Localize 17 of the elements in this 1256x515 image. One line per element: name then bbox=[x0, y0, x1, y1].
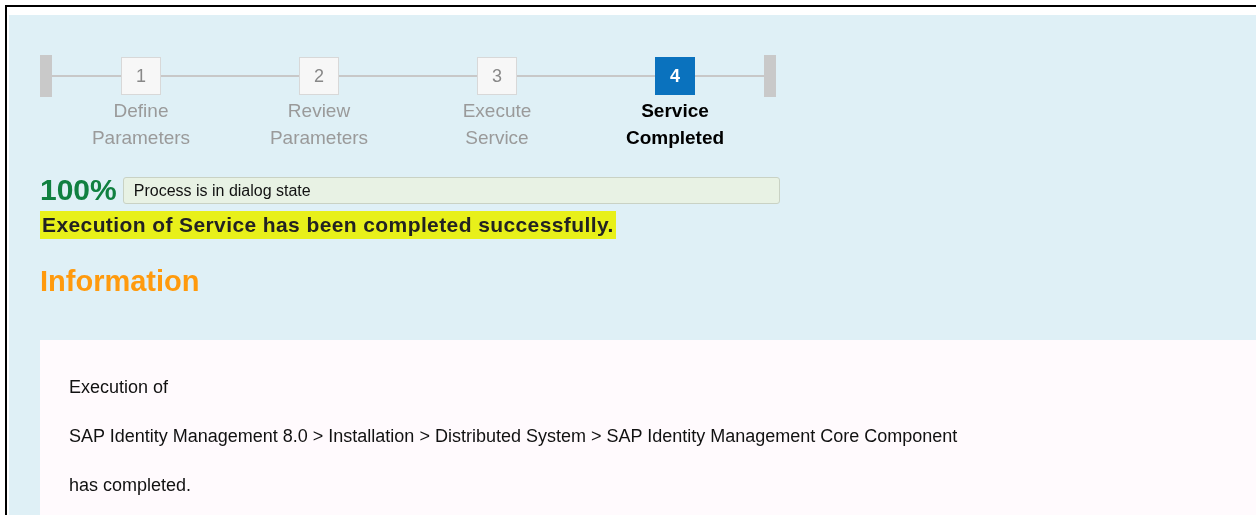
stepper-end-cap bbox=[764, 55, 776, 97]
step-number[interactable]: 4 bbox=[655, 57, 695, 95]
step-number[interactable]: 3 bbox=[477, 57, 517, 95]
step-label: Execute Service bbox=[461, 99, 533, 150]
status-field: Process is in dialog state bbox=[122, 176, 780, 204]
success-message: Execution of Service has been completed successfully. bbox=[40, 211, 616, 239]
info-text: has completed. bbox=[69, 474, 193, 496]
step-number[interactable]: 2 bbox=[299, 57, 339, 95]
section-title: Information bbox=[40, 265, 201, 298]
step-label: Review Parameters bbox=[268, 99, 370, 150]
progress-percent: 100% bbox=[40, 173, 117, 207]
stepper-end-cap bbox=[40, 55, 52, 97]
step-label: Define Parameters bbox=[90, 99, 192, 150]
info-text: SAP Identity Management 8.0 > Installation > Distributed System > SAP Identity Management Core Component bbox=[69, 425, 959, 447]
step-number[interactable]: 1 bbox=[121, 57, 161, 95]
step-label: Service Completed bbox=[624, 99, 726, 150]
info-text: Execution of bbox=[69, 376, 170, 398]
